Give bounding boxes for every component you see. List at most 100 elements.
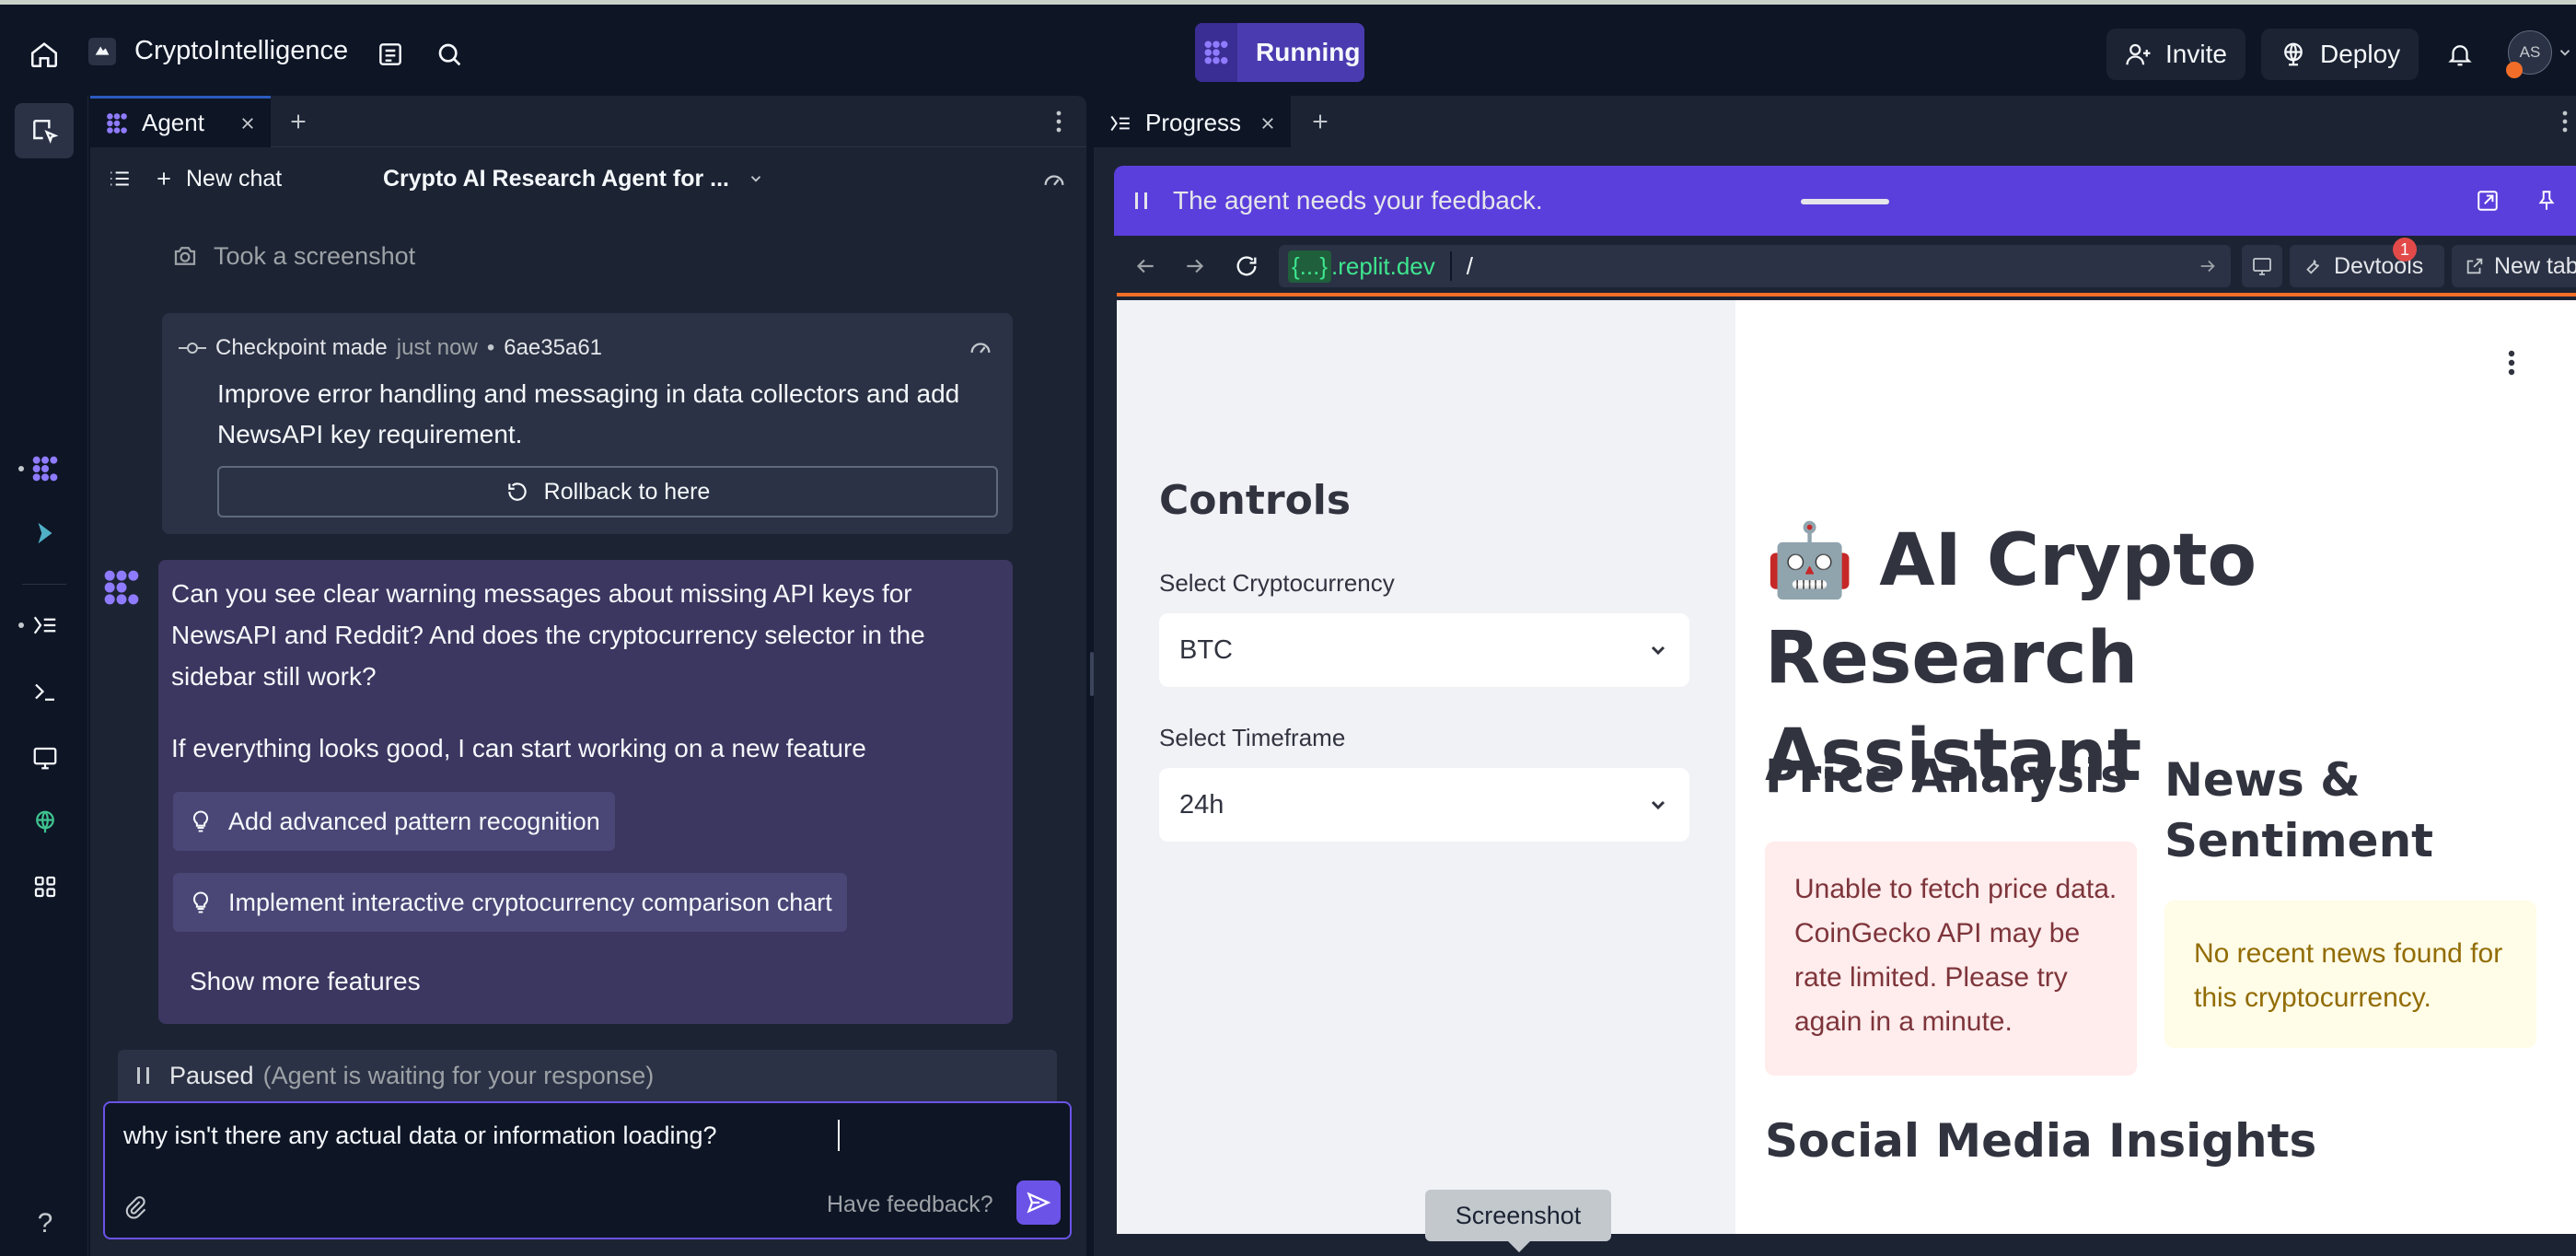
send-button[interactable] <box>1016 1180 1061 1225</box>
run-status-label: Running <box>1256 38 1361 66</box>
new-tab-button[interactable]: New tab <box>2452 245 2576 287</box>
forward-icon[interactable] <box>1179 250 1211 282</box>
app-sidebar: Controls Select Cryptocurrency BTC Selec… <box>1117 300 1735 1234</box>
back-icon[interactable] <box>1130 250 1161 282</box>
devtools-badge: 1 <box>2393 238 2417 262</box>
screenshot-tooltip-label: Screenshot <box>1455 1201 1582 1229</box>
screenshot-action-row: Took a screenshot <box>171 239 415 273</box>
tab-progress[interactable]: Progress <box>1094 96 1291 147</box>
checkpoint-time: just now <box>396 335 478 360</box>
chevron-down-icon[interactable] <box>2556 43 2574 62</box>
agent-rail-icon[interactable] <box>28 451 63 486</box>
show-more-features-button[interactable]: Show more features <box>190 967 421 996</box>
run-status-button[interactable]: Running <box>1195 23 1364 82</box>
app-menu-icon[interactable] <box>2498 344 2525 381</box>
avatar-badge <box>2506 62 2523 78</box>
assistant-rail-icon[interactable] <box>28 516 63 551</box>
suggestion-label: Add advanced pattern recognition <box>228 807 600 835</box>
url-badge: {...} <box>1288 250 1332 283</box>
lightbulb-icon <box>188 808 214 834</box>
close-icon[interactable] <box>239 115 256 132</box>
pause-icon <box>1131 188 1153 214</box>
deployments-icon[interactable] <box>28 805 63 840</box>
deploy-button[interactable]: Deploy <box>2261 29 2419 80</box>
agent-panel: Agent New chat Crypto AI Research Agent … <box>90 96 1086 1256</box>
price-analysis-heading: Price Analysis <box>1765 750 2128 803</box>
go-arrow-icon[interactable] <box>2198 256 2218 276</box>
invite-label: Invite <box>2165 40 2227 68</box>
avatar-initials: AS <box>2519 43 2541 61</box>
timeframe-select[interactable]: 24h <box>1159 768 1689 842</box>
feedback-link[interactable]: Have feedback? <box>827 1192 993 1218</box>
globe-icon <box>2280 41 2307 68</box>
agent-logo-icon <box>105 111 129 135</box>
devtools-badge-count: 1 <box>2399 239 2409 259</box>
usage-gauge-icon[interactable] <box>965 331 996 363</box>
pin-icon[interactable] <box>2532 186 2561 215</box>
pause-icon <box>134 1064 153 1087</box>
suggestion-chip[interactable]: Implement interactive cryptocurrency com… <box>173 873 847 932</box>
workspace-select-icon[interactable] <box>15 103 74 158</box>
crypto-select-label: Select Cryptocurrency <box>1159 569 1395 597</box>
url-divider <box>1449 251 1452 281</box>
chat-input-text[interactable]: why isn't there any actual data or infor… <box>123 1122 717 1150</box>
reload-icon[interactable] <box>1231 250 1262 282</box>
suggestion-chip[interactable]: Add advanced pattern recognition <box>173 792 615 851</box>
url-path: / <box>1466 251 1474 280</box>
plus-icon <box>155 169 173 188</box>
new-chat-button[interactable]: New chat <box>155 164 282 193</box>
rollback-button[interactable]: Rollback to here <box>217 466 998 518</box>
social-media-heading: Social Media Insights <box>1765 1114 2317 1168</box>
paperclip-icon[interactable] <box>118 1190 153 1225</box>
add-tab-icon[interactable] <box>282 105 315 138</box>
chevron-down-icon <box>1647 794 1669 816</box>
home-icon[interactable] <box>26 36 63 73</box>
progress-tab-icon <box>1108 111 1132 135</box>
timeframe-select-value: 24h <box>1179 789 1224 820</box>
progress-rail-icon[interactable] <box>28 608 63 643</box>
add-user-icon <box>2125 41 2152 68</box>
more-vertical-icon[interactable] <box>1048 105 1070 138</box>
all-tools-icon[interactable] <box>28 869 63 904</box>
news-warning-text: No recent news found for this cryptocurr… <box>2194 938 2503 1013</box>
shell-icon[interactable] <box>28 674 63 709</box>
checkpoint-hash[interactable]: 6ae35a61 <box>504 335 602 361</box>
device-icon[interactable] <box>2242 245 2282 287</box>
invite-button[interactable]: Invite <box>2106 29 2245 80</box>
agent-logo-icon <box>1195 23 1237 82</box>
robot-emoji: 🤖 <box>1765 519 1855 602</box>
file-tree-icon[interactable] <box>372 36 409 73</box>
news-sentiment-heading: News & Sentiment <box>2164 753 2434 867</box>
browser-toolbar: {...} .replit.dev / Devtools 1 New tab <box>1117 236 2576 297</box>
rollback-label: Rollback to here <box>543 478 711 505</box>
url-domain: .replit.dev <box>1331 251 1435 280</box>
tab-agent[interactable]: Agent <box>90 96 271 147</box>
paused-label: Paused <box>169 1061 254 1089</box>
agent-message: Can you see clear warning messages about… <box>158 560 1013 1024</box>
news-warning-alert: No recent news found for this cryptocurr… <box>2164 901 2536 1048</box>
left-rail: ? <box>0 96 88 1256</box>
url-bar[interactable]: {...} .replit.dev / <box>1279 245 2231 287</box>
bell-icon[interactable] <box>2442 36 2478 73</box>
tooltip-arrow <box>1508 1241 1530 1252</box>
webview-icon[interactable] <box>28 740 63 775</box>
usage-gauge-icon[interactable] <box>1039 164 1070 195</box>
message-followup: If everything looks good, I can start wo… <box>171 734 866 762</box>
chat-list-icon[interactable] <box>105 164 134 193</box>
new-tab-label: New tab <box>2494 252 2576 279</box>
text-cursor <box>838 1120 840 1151</box>
drag-handle[interactable] <box>1801 199 1889 204</box>
devtools-button[interactable]: Devtools <box>2290 245 2444 287</box>
crypto-select[interactable]: BTC <box>1159 613 1689 687</box>
search-icon[interactable] <box>431 36 468 73</box>
help-icon[interactable]: ? <box>28 1206 63 1241</box>
chat-title-dropdown[interactable]: Crypto AI Research Agent for ... <box>383 164 764 193</box>
app-preview: Controls Select Cryptocurrency BTC Selec… <box>1117 300 2576 1234</box>
project-name[interactable]: CryptoIntelligence <box>134 36 348 66</box>
more-vertical-icon[interactable] <box>2554 105 2576 138</box>
checkpoint-card: Checkpoint made just now • 6ae35a61 Impr… <box>162 313 1013 534</box>
add-tab-icon[interactable] <box>1304 105 1337 138</box>
close-icon[interactable] <box>1259 115 1276 132</box>
expand-icon[interactable] <box>2473 186 2502 215</box>
chat-input-box[interactable]: why isn't there any actual data or infor… <box>103 1101 1072 1239</box>
